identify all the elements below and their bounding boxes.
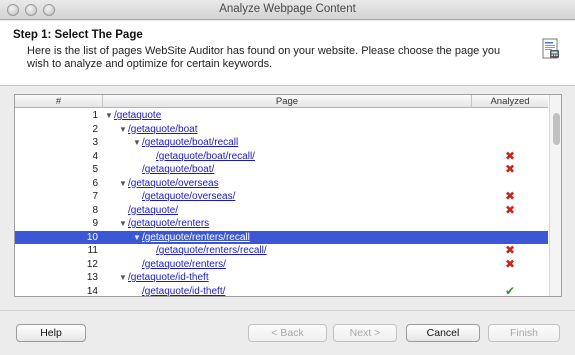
back-button[interactable]: < Back bbox=[248, 324, 327, 342]
page-analysis-icon bbox=[542, 38, 559, 59]
red-x-icon: ✖ bbox=[504, 243, 516, 257]
step-description: Here is the list of pages WebSite Audito… bbox=[27, 45, 501, 70]
red-x-icon: ✖ bbox=[504, 162, 516, 176]
row-number: 8 bbox=[92, 204, 98, 216]
table-row[interactable]: 6 ▼/getaquote/overseas bbox=[15, 177, 548, 191]
table-row[interactable]: 12/getaquote/renters/ ✖ bbox=[15, 256, 548, 273]
table-row[interactable]: 2 ▼/getaquote/boat bbox=[15, 123, 548, 137]
page-link[interactable]: /getaquote bbox=[114, 110, 161, 121]
scrollbar-thumb[interactable] bbox=[553, 113, 560, 145]
page-cell: /getaquote/renters/recall/ bbox=[103, 244, 472, 258]
row-number: 5 bbox=[92, 164, 98, 175]
table-row[interactable]: 5/getaquote/boat/ ✖ bbox=[15, 162, 548, 178]
analyzed-cell: ✖ bbox=[472, 202, 548, 219]
page-link[interactable]: /getaquote/boat/ bbox=[142, 164, 214, 175]
step-title: Step 1: Select The Page bbox=[13, 29, 143, 41]
finish-button[interactable]: Finish bbox=[488, 324, 560, 342]
analyzed-cell: ✔ bbox=[472, 283, 548, 297]
page-cell: /getaquote/boat/ bbox=[103, 163, 472, 177]
column-header-num[interactable]: # bbox=[15, 95, 103, 108]
table-row[interactable]: 3 ▼/getaquote/boat/recall bbox=[15, 136, 548, 150]
page-cell: ▼/getaquote/overseas bbox=[103, 177, 472, 191]
next-button[interactable]: Next > bbox=[333, 324, 397, 342]
expand-triangle-icon[interactable]: ▼ bbox=[133, 231, 142, 245]
green-check-icon: ✔ bbox=[504, 283, 516, 297]
wizard-header: Step 1: Select The Page Here is the list… bbox=[0, 21, 575, 86]
help-button[interactable]: Help bbox=[16, 324, 86, 342]
page-cell: /getaquote/ bbox=[103, 204, 472, 218]
table-row[interactable]: 1 ▼/getaquote bbox=[15, 109, 548, 123]
page-link[interactable]: /getaquote/boat bbox=[128, 124, 198, 135]
page-cell: ▼/getaquote/boat/recall bbox=[103, 136, 472, 150]
expand-triangle-icon[interactable]: ▼ bbox=[119, 123, 128, 137]
pages-table[interactable]: # Page Analyzed 1 ▼/getaquote 2 ▼/getaquote… bbox=[14, 94, 562, 297]
page-cell: ▼/getaquote/renters/recall bbox=[103, 231, 472, 245]
page-link[interactable]: /getaquote/renters/recall bbox=[142, 232, 250, 243]
title-bar: Analyze Webpage Content bbox=[0, 0, 575, 20]
page-cell: ▼/getaquote/id-theft bbox=[103, 271, 472, 285]
table-row[interactable]: 8/getaquote/ ✖ bbox=[15, 202, 548, 219]
table-header: # Page Analyzed bbox=[15, 95, 548, 108]
row-number: 3 bbox=[92, 137, 98, 148]
expand-triangle-icon[interactable]: ▼ bbox=[119, 177, 128, 191]
page-cell: ▼/getaquote bbox=[103, 109, 472, 123]
table-row[interactable]: 7/getaquote/overseas/ ✖ bbox=[15, 189, 548, 204]
footer-divider bbox=[0, 310, 575, 311]
row-number: 2 bbox=[92, 123, 98, 135]
analyzed-cell: ✖ bbox=[472, 256, 548, 273]
column-header-page[interactable]: Page bbox=[103, 95, 472, 108]
red-x-icon: ✖ bbox=[504, 256, 516, 271]
column-header-analyzed[interactable]: Analyzed bbox=[472, 95, 548, 108]
table-row[interactable]: 10 ▼/getaquote/renters/recall bbox=[15, 230, 548, 245]
row-number: 9 bbox=[92, 218, 98, 229]
page-link[interactable]: /getaquote/id-theft/ bbox=[142, 286, 225, 297]
page-link[interactable]: /getaquote/renters/recall/ bbox=[156, 245, 267, 256]
row-number: 12 bbox=[86, 258, 98, 270]
vertical-scrollbar[interactable] bbox=[549, 95, 561, 296]
table-row[interactable]: 11/getaquote/renters/recall/ ✖ bbox=[15, 243, 548, 258]
page-link[interactable]: /getaquote/overseas/ bbox=[142, 191, 235, 202]
page-link[interactable]: /getaquote/ bbox=[128, 205, 178, 216]
table-row[interactable]: 4/getaquote/boat/recall/ ✖ bbox=[15, 148, 548, 164]
window-title: Analyze Webpage Content bbox=[219, 3, 356, 15]
table-row[interactable]: 13 ▼/getaquote/id-theft bbox=[15, 271, 548, 285]
analyzed-cell: ✖ bbox=[472, 162, 548, 178]
page-cell: /getaquote/renters/ bbox=[103, 258, 472, 272]
expand-triangle-icon[interactable]: ▼ bbox=[119, 217, 128, 231]
row-number: 13 bbox=[86, 272, 98, 283]
table-row[interactable]: 14/getaquote/id-theft/ ✔ bbox=[15, 283, 548, 297]
page-cell: ▼/getaquote/boat bbox=[103, 123, 472, 137]
row-number: 11 bbox=[87, 245, 98, 256]
red-x-icon: ✖ bbox=[504, 148, 516, 163]
page-cell: /getaquote/id-theft/ bbox=[103, 285, 472, 297]
page-cell: ▼/getaquote/renters bbox=[103, 217, 472, 231]
table-body: 1 ▼/getaquote 2 ▼/getaquote/boat 3 ▼/getaquot… bbox=[15, 109, 548, 297]
row-number: 6 bbox=[92, 177, 98, 189]
expand-triangle-icon[interactable]: ▼ bbox=[133, 136, 142, 150]
row-number: 7 bbox=[92, 191, 98, 202]
page-link[interactable]: /getaquote/boat/recall/ bbox=[156, 151, 255, 162]
page-link[interactable]: /getaquote/renters/ bbox=[142, 259, 226, 270]
red-x-icon: ✖ bbox=[504, 202, 516, 217]
page-link[interactable]: /getaquote/renters bbox=[128, 218, 209, 229]
expand-triangle-icon[interactable]: ▼ bbox=[105, 109, 114, 123]
page-cell: /getaquote/overseas/ bbox=[103, 190, 472, 204]
page-link[interactable]: /getaquote/id-theft bbox=[128, 272, 209, 283]
page-cell: /getaquote/boat/recall/ bbox=[103, 150, 472, 164]
row-number: 4 bbox=[92, 150, 98, 162]
row-number: 1 bbox=[92, 110, 98, 121]
red-x-icon: ✖ bbox=[504, 189, 516, 203]
page-link[interactable]: /getaquote/overseas bbox=[128, 178, 219, 189]
page-link[interactable]: /getaquote/boat/recall bbox=[142, 137, 238, 148]
expand-triangle-icon[interactable]: ▼ bbox=[119, 271, 128, 285]
row-number: 14 bbox=[86, 285, 98, 297]
table-row[interactable]: 9 ▼/getaquote/renters bbox=[15, 217, 548, 231]
row-number: 10 bbox=[86, 231, 98, 243]
cancel-button[interactable]: Cancel bbox=[406, 324, 480, 342]
